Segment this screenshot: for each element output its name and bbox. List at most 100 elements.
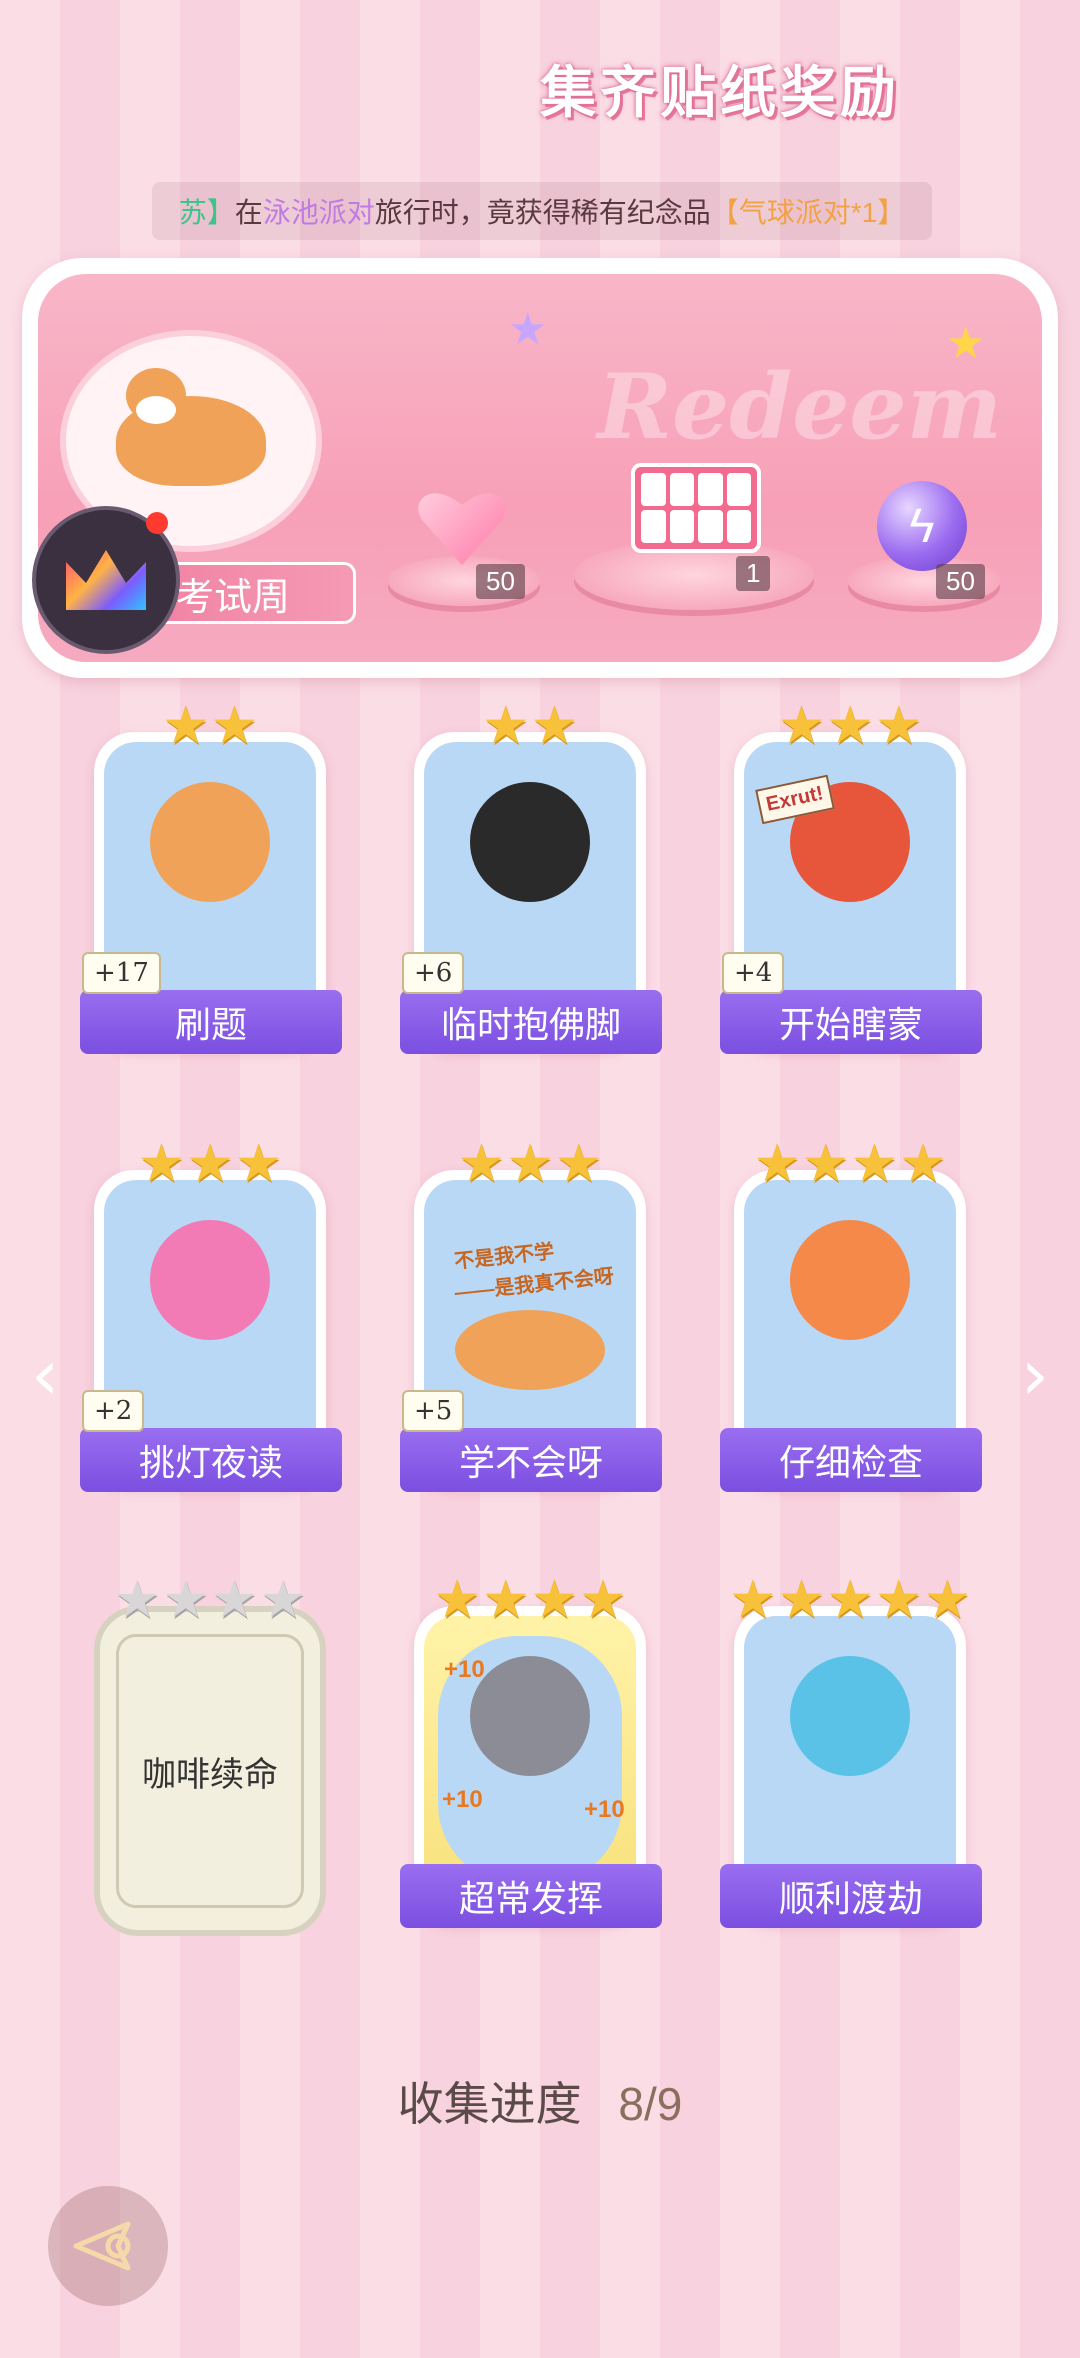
card-star-rating: ★ ★ ★	[726, 700, 974, 752]
card-bonus-badge: +2	[82, 1390, 145, 1432]
reward-box-count: 1	[736, 556, 771, 591]
star-icon: ★	[579, 1571, 627, 1629]
plus-ten-text: +10	[444, 1656, 485, 1683]
card-frame: +10 +10 +10 超常发挥	[400, 1606, 662, 1928]
character-illustration	[455, 1310, 605, 1390]
card-star-rating: ★ ★ ★	[86, 1138, 334, 1190]
card-label: 仔细检查	[720, 1428, 982, 1492]
sticker-card[interactable]: 刷题 +17 ★ ★	[80, 700, 342, 1070]
purple-star-icon: ★	[508, 305, 548, 354]
card-bonus-badge: +5	[402, 1390, 465, 1432]
card-star-rating: ★ ★ ★ ★	[86, 1574, 334, 1626]
card-bonus-badge: +6	[402, 952, 465, 994]
locked-card-frame: 咖啡续命	[94, 1606, 326, 1936]
notification-dot	[146, 512, 168, 534]
back-arrow-icon	[73, 2221, 131, 2271]
star-icon: ★	[259, 1571, 307, 1629]
star-icon: ★	[235, 1135, 282, 1193]
card-label: 顺利渡劫	[720, 1864, 982, 1928]
star-icon: ★	[482, 1571, 529, 1629]
card-star-rating: ★ ★ ★ ★	[726, 1138, 974, 1190]
card-star-rating: ★ ★ ★ ★	[406, 1574, 654, 1626]
sticker-card[interactable]: 挑灯夜读 +2 ★ ★ ★	[80, 1138, 342, 1508]
notice-place: 泳池派对	[262, 197, 375, 228]
sticker-box-icon	[631, 463, 761, 553]
card-label: 咖啡续命	[142, 1754, 278, 1795]
star-icon: ★	[875, 697, 922, 755]
star-icon: ★	[778, 697, 825, 755]
reward-orb-count: 50	[936, 564, 985, 599]
card-frame: 仔细检查	[720, 1170, 982, 1492]
sticker-card[interactable]: 临时抱佛脚 +6 ★ ★	[400, 700, 662, 1070]
star-icon: ★	[162, 1571, 209, 1629]
collection-progress: 收集进度 8/9	[0, 2068, 1080, 2134]
notice-player-name: 苏】	[178, 197, 235, 228]
sticker-card[interactable]: +10 +10 +10 超常发挥 ★ ★ ★ ★	[400, 1574, 662, 1944]
reward-energy-orb[interactable]: ϟ	[872, 478, 972, 574]
next-page-arrow[interactable]: ›	[1012, 1334, 1058, 1416]
notice-item: 【气球派对*1】	[710, 197, 906, 228]
star-icon: ★	[482, 697, 529, 755]
star-icon: ★	[433, 1571, 481, 1629]
sticker-card[interactable]: 顺利渡劫 ★ ★ ★ ★ ★	[720, 1574, 982, 1944]
sticker-card[interactable]: 咖啡续命 ★ ★ ★ ★	[86, 1574, 334, 1944]
card-label: 刷题	[80, 990, 342, 1054]
reward-sticker-box[interactable]	[626, 448, 766, 568]
card-label: 挑灯夜读	[80, 1428, 342, 1492]
character-illustration	[790, 1656, 910, 1776]
card-star-rating: ★ ★ ★ ★ ★	[726, 1574, 974, 1626]
card-bonus-badge: +17	[82, 952, 161, 994]
star-icon: ★	[826, 697, 874, 755]
previous-page-arrow[interactable]: ‹	[22, 1334, 68, 1416]
star-icon: ★	[875, 1571, 922, 1629]
card-label: 临时抱佛脚	[400, 990, 662, 1054]
star-icon: ★	[162, 697, 209, 755]
reward-banner-title: 集齐贴纸奖励	[540, 61, 900, 124]
lightning-orb-icon: ϟ	[877, 481, 967, 571]
progress-value: 8/9	[618, 2078, 683, 2130]
star-icon: ★	[729, 1571, 777, 1629]
sticker-card[interactable]: 不是我不学 ——是我真不会呀 学不会呀 +5 ★ ★ ★	[400, 1138, 662, 1508]
character-illustration	[470, 1656, 590, 1776]
card-bonus-badge: +4	[722, 952, 785, 994]
pink-heart-gem-icon	[417, 485, 507, 565]
star-icon: ★	[778, 1571, 825, 1629]
card-frame: 不是我不学 ——是我真不会呀 学不会呀 +5	[400, 1170, 662, 1492]
plus-ten-text: +10	[584, 1796, 625, 1823]
star-icon: ★	[113, 1571, 161, 1629]
star-icon: ★	[211, 1571, 258, 1629]
card-frame: Exrut! 开始瞎蒙 +4	[720, 732, 982, 1054]
card-star-rating: ★ ★	[406, 700, 654, 752]
notice-middle: 旅行时，竟获得稀有纪念品	[374, 197, 711, 228]
plus-ten-text: +10	[442, 1786, 483, 1813]
star-icon: ★	[555, 1135, 602, 1193]
star-icon: ★	[899, 1135, 947, 1193]
star-icon: ★	[506, 1135, 554, 1193]
notice-banner: 苏】 在 泳池派对 旅行时，竟获得稀有纪念品 【气球派对*1】	[152, 182, 932, 240]
star-icon: ★	[753, 1135, 801, 1193]
reward-heart-gem[interactable]	[412, 480, 512, 570]
shiba-dog-icon	[116, 368, 266, 486]
crown-icon	[66, 550, 146, 610]
sticker-card[interactable]: Exrut! 开始瞎蒙 +4 ★ ★ ★	[720, 700, 982, 1070]
back-button[interactable]	[48, 2186, 168, 2306]
star-icon: ★	[531, 1571, 578, 1629]
character-illustration	[150, 1220, 270, 1340]
sticker-card[interactable]: 仔细检查 ★ ★ ★ ★	[720, 1138, 982, 1508]
star-icon: ★	[211, 697, 258, 755]
character-illustration	[150, 782, 270, 902]
card-star-rating: ★ ★	[86, 700, 334, 752]
star-icon: ★	[826, 1571, 874, 1629]
card-label: 学不会呀	[400, 1428, 662, 1492]
card-frame: 刷题 +17	[80, 732, 342, 1054]
notice-prefix: 在	[234, 197, 263, 228]
reward-heart-count: 50	[476, 564, 525, 599]
card-star-rating: ★ ★ ★	[406, 1138, 654, 1190]
star-icon: ★	[138, 1135, 185, 1193]
gold-star-icon: ★	[946, 319, 986, 368]
card-frame: 顺利渡劫	[720, 1606, 982, 1928]
character-illustration	[470, 782, 590, 902]
character-illustration	[790, 1220, 910, 1340]
star-icon: ★	[802, 1135, 849, 1193]
card-label: 超常发挥	[400, 1864, 662, 1928]
